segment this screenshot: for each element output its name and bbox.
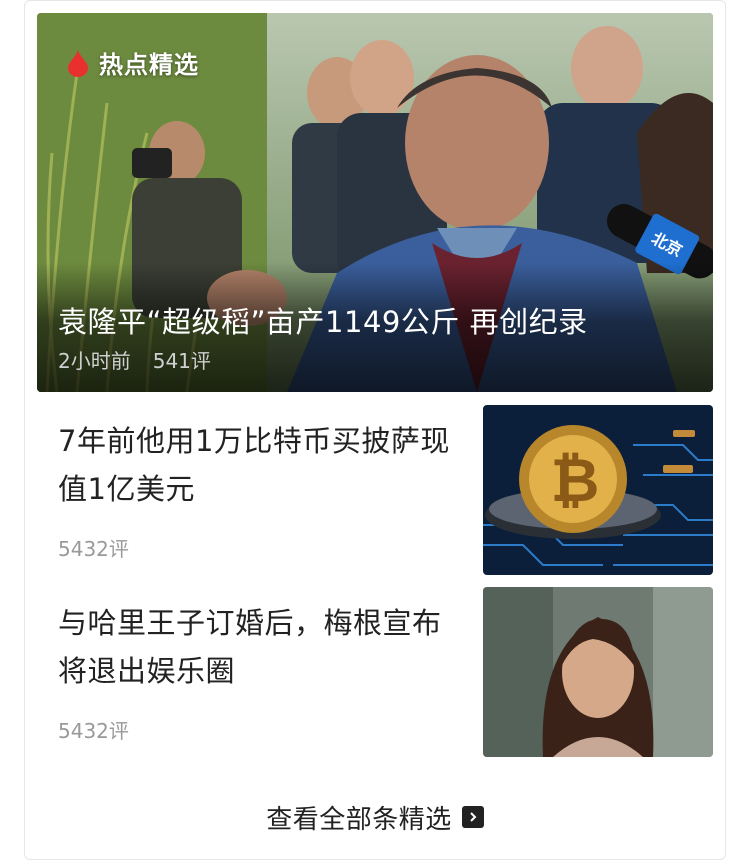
list-item-comments: 5432评 (58, 537, 129, 561)
hero-time: 2小时前 (58, 349, 131, 373)
chevron-right-icon (461, 806, 484, 828)
hot-picks-badge: 热点精选 (67, 45, 199, 80)
hero-article[interactable]: 北京 热点精选 袁隆平“超级稻”亩产1149公斤 再创纪录 2小时前 541评 (37, 13, 713, 392)
hot-picks-label: 热点精选 (99, 51, 199, 79)
list-item-title[interactable]: 7年前他用1万比特币买披萨现值1亿美元 (58, 417, 458, 513)
flame-icon (68, 49, 88, 77)
bitcoin-symbol: ₿ (551, 446, 600, 516)
hero-comments: 541评 (152, 349, 211, 373)
view-all-link[interactable]: 查看全部条精选 (24, 795, 726, 839)
bitcoin-thumbnail[interactable]: ₿ (483, 405, 713, 575)
hero-meta: 2小时前 541评 (58, 345, 211, 374)
list-item[interactable]: 7年前他用1万比特币买披萨现值1亿美元 5432评 ₿ (37, 405, 713, 575)
portrait-thumbnail[interactable] (483, 587, 713, 757)
list-item-title[interactable]: 与哈里王子订婚后，梅根宣布将退出娱乐圈 (58, 599, 458, 695)
view-all-label[interactable]: 查看全部条精选 (266, 799, 452, 836)
list-item-comments: 5432评 (58, 719, 129, 743)
hero-headline[interactable]: 袁隆平“超级稻”亩产1149公斤 再创纪录 (58, 299, 588, 341)
list-item[interactable]: 与哈里王子订婚后，梅根宣布将退出娱乐圈 5432评 (37, 587, 713, 757)
